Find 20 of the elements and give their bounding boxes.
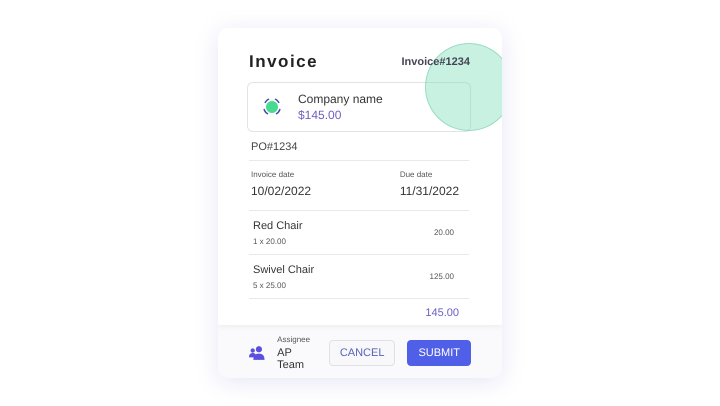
- cancel-button[interactable]: CANCEL: [328, 340, 396, 366]
- invoice-total: 145.00: [425, 307, 459, 319]
- item-name: Red Chair: [253, 220, 303, 232]
- date-label: Invoice date: [251, 170, 296, 179]
- date-value: 11/31/2022: [400, 184, 459, 198]
- date-label: Due date: [400, 170, 434, 179]
- item-quantity: 5 x 25.00: [253, 280, 287, 290]
- assignee-label: Assignee: [277, 335, 312, 344]
- item-amount: 20.00: [434, 228, 454, 237]
- company-name: Company name: [298, 92, 383, 106]
- company-amount: $145.00: [298, 108, 342, 122]
- item-quantity: 1 x 20.00: [253, 236, 287, 246]
- item-name: Swivel Chair: [253, 264, 314, 276]
- po-number: PO#1234: [251, 141, 298, 153]
- date-value: 10/02/2022: [251, 184, 312, 198]
- item-amount: 125.00: [430, 272, 454, 281]
- invoice-title: Invoice: [249, 52, 318, 72]
- assignee-name: AP Team: [277, 347, 306, 371]
- invoice-number: Invoice#1234: [402, 56, 470, 68]
- submit-button[interactable]: SUBMIT: [407, 340, 471, 366]
